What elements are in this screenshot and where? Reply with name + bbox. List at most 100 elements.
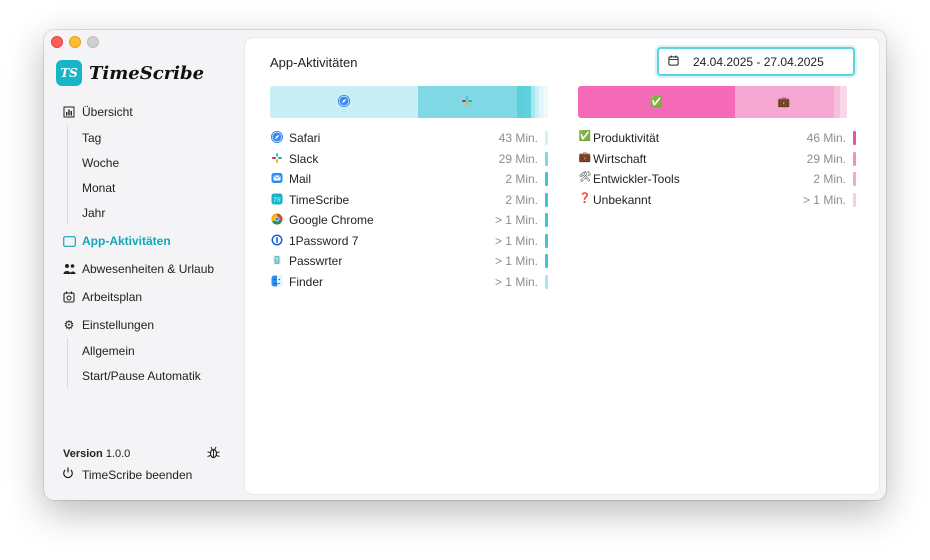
category-activity-row[interactable]: ✅ Produktivität 46 Min. [578,128,856,149]
finder-icon [271,275,283,287]
app-activity-row[interactable]: Slack 29 Min. [270,149,548,170]
app-name: Safari [289,131,321,145]
category-name: Unbekannt [593,192,652,207]
category-activity-row[interactable]: 💼 Wirtschaft 29 Min. [578,149,856,170]
category-bar-segment: ✅ [578,86,735,118]
category-name: Entwickler-Tools [593,172,680,186]
app-bar-segment [270,86,418,118]
sidebar-item-abwesenheiten[interactable]: Abwesenheiten & Urlaub [44,257,244,281]
power-icon [62,467,76,482]
app-duration: > 1 Min. [494,233,538,248]
app-name: Mail [289,172,312,186]
quit-label: TimeScribe beenden [82,467,193,482]
app-activity-row[interactable]: Safari 43 Min. [270,128,548,149]
app-activity-list: Safari 43 Min. Slack 29 Min. Mail 2 Min. TS Tim… [270,128,548,292]
chart-icon [62,105,76,119]
sidebar-guide-line [67,175,68,200]
sidebar-item-label: Abwesenheiten & Urlaub [82,262,215,276]
timescribe-icon: TS [271,193,283,205]
people-icon [62,262,76,276]
app-activity-row[interactable]: Mail 2 Min. [270,169,548,190]
sidebar-item-woche[interactable]: Woche [44,150,244,175]
app-color-indicator [545,131,548,145]
sidebar-item-jahr[interactable]: Jahr [44,200,244,225]
app-activity-row[interactable]: 1Password 7 > 1 Min. [270,231,548,252]
timescribe-logo-icon: TS [56,60,82,86]
quit-button[interactable]: TimeScribe beenden [62,467,192,482]
app-color-indicator [545,192,548,207]
sidebar-item-label: Woche [82,155,120,170]
app-bar-segment [517,86,524,118]
category-color-indicator [853,151,856,166]
category-emoji: ✅ [650,96,663,108]
category-emoji: 🛠 [578,172,592,183]
app-activity-row[interactable]: TS TimeScribe 2 Min. [270,190,548,211]
category-name: Wirtschaft [593,151,647,166]
sidebar-nav: Übersicht Tag Woche Monat Jahr App-Aktiv… [44,100,244,388]
app-activity-row[interactable]: Google Chrome > 1 Min. [270,210,548,231]
main-panel: App-Aktivitäten 24.04.2025 - 27.04.2025 … [245,38,879,494]
sidebar-item-tag[interactable]: Tag [44,125,244,150]
page-title: App-Aktivitäten [270,55,358,70]
app-name: Finder [289,274,324,289]
category-emoji: ✅ [578,131,592,142]
category-activity-row[interactable]: 🛠 Entwickler-Tools 2 Min. [578,169,856,190]
app-usage-bar [270,86,548,118]
window-controls [51,36,99,48]
category-emoji: 💼 [777,96,791,108]
sidebar-item-label: Übersicht [82,105,133,119]
slack-icon [461,95,473,110]
sidebar-item-label: App-Aktivitäten [82,234,171,248]
mail-icon [271,172,283,184]
date-range-picker[interactable]: 24.04.2025 - 27.04.2025 [657,47,855,76]
app-color-indicator [545,213,548,227]
category-activity-row[interactable]: ❓ Unbekannt > 1 Min. [578,190,856,211]
category-bar-segment [833,86,841,118]
sidebar-item-einstellungen[interactable]: ⚙ Einstellungen [44,313,244,337]
version-info: Version 1.0.0 [63,448,130,460]
bug-icon[interactable] [207,446,220,462]
app-duration: 2 Min. [505,172,538,186]
zoom-window-button[interactable] [87,36,99,48]
sidebar-item-arbeitsplan[interactable]: Arbeitsplan [44,285,244,309]
sidebar-guide-line [67,125,68,150]
slack-icon [271,152,283,164]
minimize-window-button[interactable] [69,36,81,48]
sidebar-guide-line [67,150,68,175]
close-window-button[interactable] [51,36,63,48]
version-number: 1.0.0 [105,448,131,460]
sidebar-item-monat[interactable]: Monat [44,175,244,200]
app-activity-row[interactable]: Finder > 1 Min. [270,272,548,293]
category-duration: 2 Min. [813,172,846,186]
sidebar-item-label: Arbeitsplan [82,290,143,304]
password-icon [271,234,283,246]
category-bar-segment [840,86,848,118]
sidebar-guide-line [67,363,68,388]
app-duration: > 1 Min. [494,274,538,289]
sidebar-item-label: Start/Pause Automatik [82,368,201,383]
category-duration: > 1 Min. [802,192,846,207]
app-name: Passwrter [289,254,343,268]
safari-icon [271,131,283,143]
window-icon [62,234,76,248]
category-duration: 46 Min. [806,131,846,145]
sidebar-item-start-pause-automatik[interactable]: Start/Pause Automatik [44,363,244,388]
category-activity-list: ✅ Produktivität 46 Min. 💼 Wirtschaft 29 Min. 🛠… [578,128,856,210]
app-name: TimeScribe [89,62,205,84]
app-brand: TS TimeScribe [56,60,204,86]
svg-text:TS: TS [273,197,281,203]
date-range-value: 24.04.2025 - 27.04.2025 [693,54,824,69]
category-color-indicator [853,172,856,186]
version-label: Version [63,448,103,460]
app-activity-row[interactable]: Passwrter > 1 Min. [270,251,548,272]
app-duration: > 1 Min. [494,254,538,268]
sidebar-item-app-aktivitaeten[interactable]: App-Aktivitäten [44,229,244,253]
app-bar-segment [523,86,531,118]
sidebar-item-uebersicht[interactable]: Übersicht [44,100,244,124]
sidebar-item-label: Jahr [82,205,106,220]
app-duration: 43 Min. [498,131,538,145]
category-name: Produktivität [593,131,660,145]
app-name: 1Password 7 [289,233,359,248]
sidebar-item-allgemein[interactable]: Allgemein [44,338,244,363]
app-color-indicator [545,172,548,186]
